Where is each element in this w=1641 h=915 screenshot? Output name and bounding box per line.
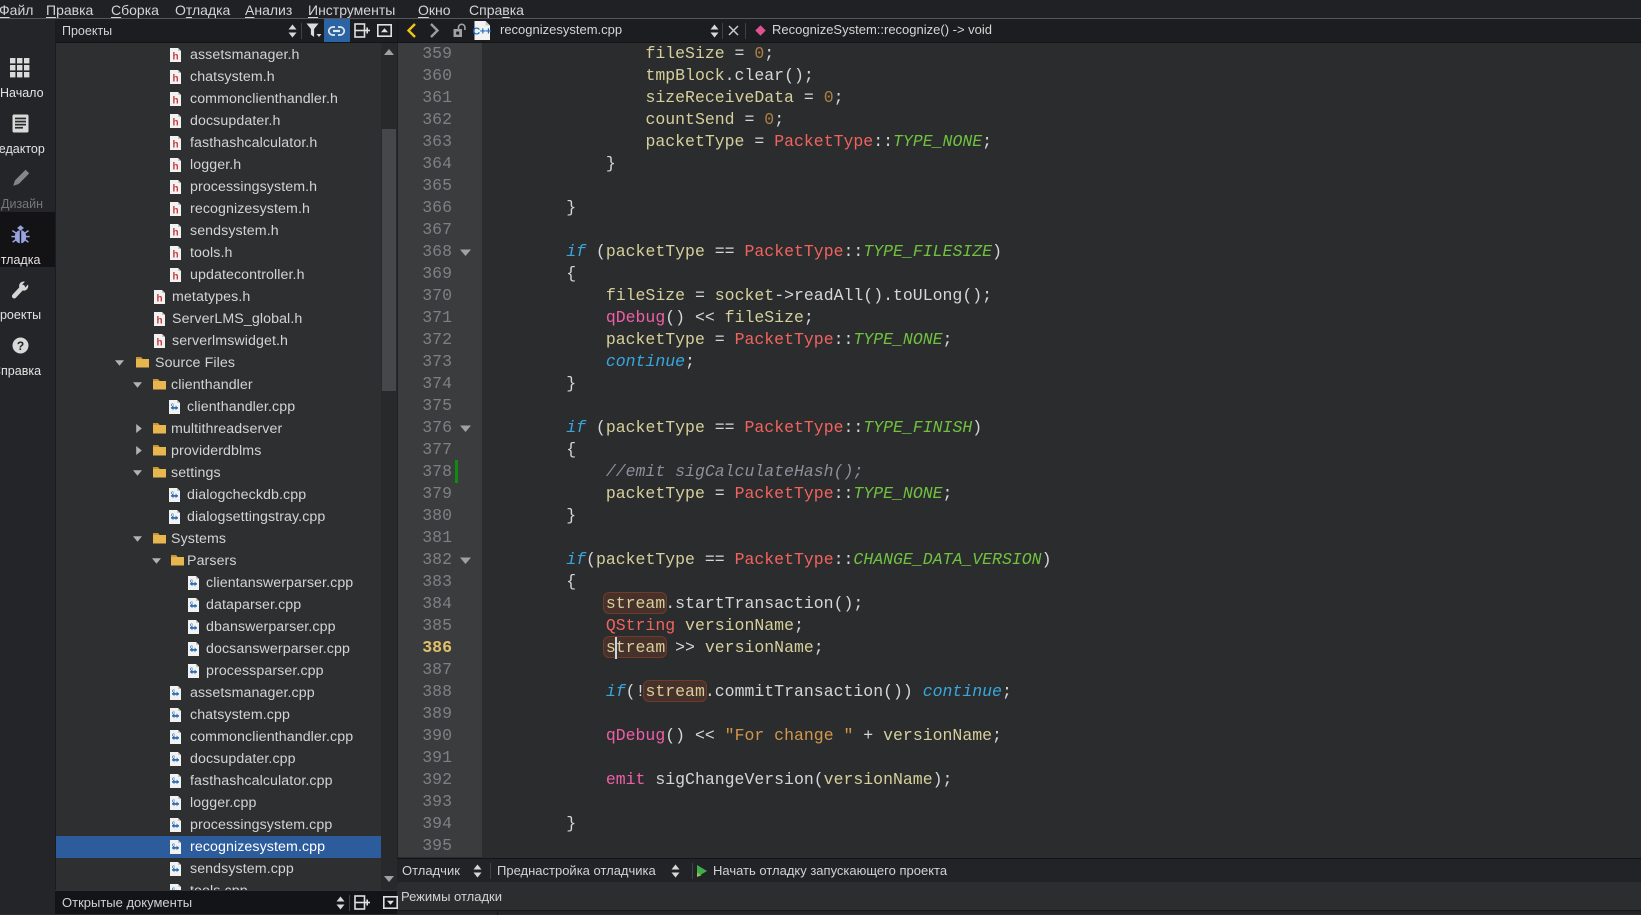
svg-text:h: h	[172, 96, 178, 107]
svg-text:h: h	[172, 52, 178, 63]
svg-text:c: c	[171, 491, 174, 497]
svg-text:c: c	[172, 733, 175, 739]
svg-text:h: h	[172, 206, 178, 217]
svg-text:h: h	[172, 140, 178, 151]
svg-text:h: h	[172, 228, 178, 239]
svg-text:h: h	[172, 74, 178, 85]
svg-text:h: h	[156, 294, 162, 305]
svg-text:c: c	[172, 799, 175, 805]
svg-text:h: h	[156, 338, 162, 349]
svg-text:c: c	[172, 755, 175, 761]
svg-text:c: c	[172, 777, 175, 783]
svg-text:c: c	[190, 645, 193, 651]
svg-text:c: c	[190, 601, 193, 607]
svg-text:c: c	[190, 667, 193, 673]
svg-text:c: c	[190, 579, 193, 585]
svg-text:c: c	[190, 623, 193, 629]
svg-text:c: c	[172, 711, 175, 717]
svg-text:C++: C++	[473, 26, 492, 38]
svg-text:c: c	[172, 689, 175, 695]
svg-text:h: h	[172, 162, 178, 173]
svg-text:c: c	[172, 821, 175, 827]
svg-text:h: h	[172, 272, 178, 283]
svg-text:?: ?	[16, 339, 23, 353]
svg-text:c: c	[171, 513, 174, 519]
svg-text:h: h	[172, 250, 178, 261]
svg-text:c: c	[172, 865, 175, 871]
svg-text:c: c	[171, 403, 174, 409]
svg-text:h: h	[156, 316, 162, 327]
svg-text:c: c	[172, 843, 175, 849]
svg-text:h: h	[172, 184, 178, 195]
svg-text:h: h	[172, 118, 178, 129]
